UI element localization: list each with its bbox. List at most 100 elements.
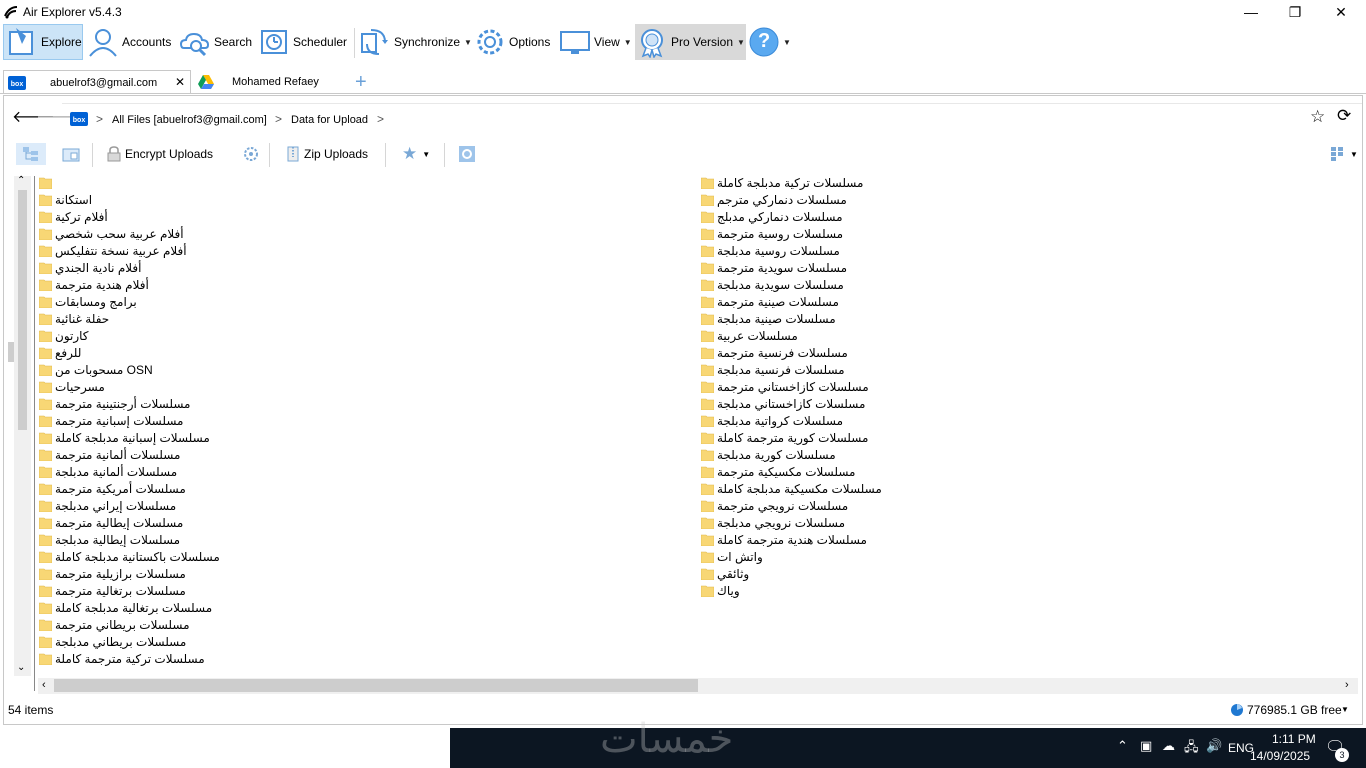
view-button[interactable]: View ▼ (559, 24, 632, 60)
folder-item[interactable]: واتش ات (701, 548, 763, 565)
folder-item[interactable]: مسلسلات برتغالية مترجمة (39, 582, 186, 599)
folder-item[interactable]: مسلسلات سويدية مدبلجة (701, 276, 844, 293)
folder-item[interactable]: مسلسلات روسية مترجمة (701, 225, 843, 242)
tab-google-drive-account[interactable]: Mohamed Refaey (195, 70, 355, 94)
folder-item[interactable]: مسلسلات برتغالية مدبلجة كاملة (39, 599, 212, 616)
clock-time[interactable]: 1:11 PM (1272, 732, 1316, 746)
scroll-left-icon[interactable]: ‹ (42, 679, 46, 691)
folder-item[interactable]: مسلسلات نرويجي مترجمة (701, 497, 848, 514)
folder-item[interactable]: مسلسلات نرويجي مدبلجة (701, 514, 845, 531)
folder-item[interactable]: وياك (701, 582, 740, 599)
folder-item[interactable]: حفلة غنائية (39, 310, 109, 327)
folder-item[interactable]: مسلسلات دنماركي مدبلج (701, 208, 843, 225)
clock-date[interactable]: 14/09/2025 (1250, 749, 1310, 763)
encryption-settings-button[interactable] (242, 143, 260, 165)
folder-item[interactable] (39, 174, 55, 191)
breadcrumb[interactable]: box > All Files [abuelrof3@gmail.com] > … (62, 103, 1362, 131)
tree-view-toggle[interactable] (16, 143, 46, 165)
help-button[interactable]: ? ▼ (748, 24, 791, 60)
synchronize-button[interactable]: Synchronize ▼ (359, 24, 472, 60)
tab-box-account[interactable]: box abuelrof3@gmail.com ✕ (3, 70, 191, 94)
chevron-down-icon[interactable]: ▼ (464, 38, 472, 47)
folder-item[interactable]: مسحوبات من OSN (39, 361, 153, 378)
close-button[interactable]: ✕ (1318, 0, 1364, 24)
folder-item[interactable]: مسلسلات دنماركي مترجم (701, 191, 847, 208)
settings-button[interactable] (459, 143, 475, 165)
folder-item[interactable]: مسلسلات كورية مترجمة كاملة (701, 429, 868, 446)
favorite-star-icon[interactable]: ☆ (1310, 107, 1325, 127)
folder-item[interactable]: استكانة (39, 191, 92, 208)
folder-item[interactable]: للرفع (39, 344, 81, 361)
folder-item[interactable]: مسلسلات صينية مترجمة (701, 293, 839, 310)
new-folder-button[interactable] (62, 143, 80, 165)
folder-item[interactable]: مسلسلات مكسيكية مدبلجة كاملة (701, 480, 882, 497)
folder-item[interactable]: مسلسلات أمريكية مترجمة (39, 480, 186, 497)
chevron-down-icon[interactable]: ▼ (1350, 150, 1358, 159)
breadcrumb-separator-icon[interactable]: > (96, 112, 103, 126)
folder-item[interactable]: وثائقي (701, 565, 749, 582)
cloud-tray-icon[interactable]: ☁ (1162, 738, 1175, 754)
favorites-button[interactable]: ★ ▼ (402, 143, 430, 165)
folder-item[interactable]: مسلسلات إيطالية مترجمة (39, 514, 183, 531)
add-tab-button[interactable]: + (355, 71, 373, 93)
breadcrumb-separator-icon[interactable]: > (377, 112, 384, 126)
folder-item[interactable]: مسلسلات صينية مدبلجة (701, 310, 836, 327)
maximize-button[interactable]: ❐ (1272, 0, 1318, 24)
folder-item[interactable]: مسلسلات إسبانية مدبلجة كاملة (39, 429, 210, 446)
encrypt-uploads-button[interactable]: Encrypt Uploads (107, 143, 213, 165)
folder-item[interactable]: مسلسلات إسبانية مترجمة (39, 412, 183, 429)
folder-item[interactable]: مسلسلات تركية مترجمة كاملة (39, 650, 205, 667)
folder-item[interactable]: مسلسلات عربية (701, 327, 798, 344)
breadcrumb-current[interactable]: Data for Upload (291, 114, 368, 126)
folder-item[interactable]: مسلسلات إيراني مدبلجة (39, 497, 176, 514)
chevron-down-icon[interactable]: ▼ (422, 150, 430, 159)
options-button[interactable]: Options (474, 24, 550, 60)
folder-item[interactable]: مسرحيات (39, 378, 105, 395)
folder-item[interactable]: مسلسلات كورية مدبلجة (701, 446, 836, 463)
scheduler-button[interactable]: Scheduler (258, 24, 347, 60)
volume-icon[interactable]: 🔊 (1206, 738, 1222, 754)
folder-item[interactable]: مسلسلات إيطالية مدبلجة (39, 531, 180, 548)
folder-item[interactable]: مسلسلات بريطاني مدبلجة (39, 633, 186, 650)
horizontal-scroll-thumb[interactable] (54, 679, 698, 692)
network-icon[interactable]: 🖧 (1184, 738, 1199, 760)
tray-app-icon[interactable]: ▣ (1140, 738, 1152, 754)
chevron-down-icon[interactable]: ▼ (783, 38, 791, 47)
folder-item[interactable]: مسلسلات تركية مدبلجة كاملة (701, 174, 863, 191)
view-mode-button[interactable]: ▼ (1330, 143, 1358, 165)
refresh-icon[interactable]: ⟳ (1337, 106, 1351, 126)
tray-chevron-up-icon[interactable]: ⌃ (1117, 738, 1128, 754)
folder-item[interactable]: أفلام هندية مترجمة (39, 276, 149, 293)
scroll-up-icon[interactable]: ⌃ (17, 175, 25, 186)
pro-version-button[interactable]: Pro Version ▼ (635, 24, 746, 60)
chevron-down-icon[interactable]: ▼ (624, 38, 632, 47)
folder-item[interactable]: مسلسلات سويدية مترجمة (701, 259, 847, 276)
accounts-button[interactable]: Accounts (87, 24, 171, 60)
vertical-scroll-thumb[interactable] (18, 190, 27, 430)
folder-item[interactable]: مسلسلات بريطاني مترجمة (39, 616, 190, 633)
search-button[interactable]: Search (179, 24, 252, 60)
folder-item[interactable]: مسلسلات روسية مدبلجة (701, 242, 840, 259)
chevron-down-icon[interactable]: ▼ (737, 38, 745, 47)
scroll-down-icon[interactable]: ⌄ (17, 662, 25, 673)
folder-item[interactable]: مسلسلات ألمانية مترجمة (39, 446, 180, 463)
breadcrumb-root[interactable]: All Files [abuelrof3@gmail.com] (112, 114, 267, 126)
folder-item[interactable]: مسلسلات كازاخستاني مترجمة (701, 378, 869, 395)
scroll-right-icon[interactable]: › (1345, 679, 1349, 691)
folder-item[interactable]: أفلام تركية (39, 208, 108, 225)
folder-item[interactable]: مسلسلات باكستانية مدبلجة كاملة (39, 548, 220, 565)
folder-item[interactable]: مسلسلات فرنسية مدبلجة (701, 361, 845, 378)
folder-item[interactable]: مسلسلات فرنسية مترجمة (701, 344, 848, 361)
folder-item[interactable]: مسلسلات كازاخستاني مدبلجة (701, 395, 865, 412)
folder-item[interactable]: برامج ومسابقات (39, 293, 137, 310)
folder-item[interactable]: أفلام نادية الجندي (39, 259, 142, 276)
folder-item[interactable]: أفلام عربية نسخة نتفليكس (39, 242, 187, 259)
folder-item[interactable]: مسلسلات برازيلية مترجمة (39, 565, 186, 582)
minimize-button[interactable]: — (1228, 0, 1274, 24)
folder-item[interactable]: مسلسلات مكسيكية مترجمة (701, 463, 855, 480)
breadcrumb-separator-icon[interactable]: > (275, 112, 282, 126)
folder-item[interactable]: مسلسلات كرواتية مدبلجة (701, 412, 843, 429)
chevron-down-icon[interactable]: ▼ (1341, 705, 1349, 714)
tab-close-icon[interactable]: ✕ (175, 75, 185, 89)
folder-item[interactable]: مسلسلات أرجنتينية مترجمة (39, 395, 190, 412)
